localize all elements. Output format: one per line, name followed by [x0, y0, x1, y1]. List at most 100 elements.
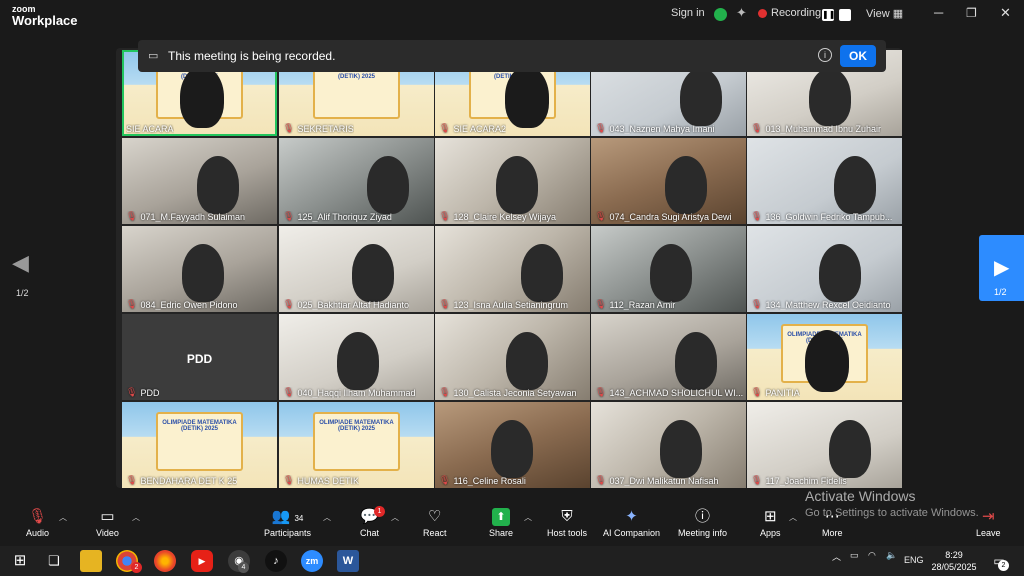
participant-name-text: 025_Bakhtiar Altaf Hadianto	[297, 299, 410, 310]
next-page-button[interactable]: ▶ 1/2	[979, 235, 1024, 301]
task-view-icon[interactable]: ❏	[43, 550, 65, 572]
participant-tile[interactable]: 🎙 116_Celine Rosali	[435, 402, 590, 488]
participant-tile[interactable]: 🎙 112_Razan Amir	[591, 226, 746, 312]
event-banner-card: OLIMPIADE MATEMATIKA (DETIK) 2025	[313, 412, 400, 471]
participant-name: 🎙 071_M.Fayyadh Sulaiman	[126, 211, 245, 222]
participant-tile[interactable]: 🎙 084_Edric Owen Pidono	[122, 226, 277, 312]
participant-tile[interactable]: 🎙 040_Haqqi Ilham Muhammad	[279, 314, 434, 400]
ai-companion-label: AI Companion	[603, 528, 661, 538]
mic-muted-icon: 🎙	[283, 123, 295, 133]
shield-check-icon[interactable]	[714, 8, 727, 21]
leave-button[interactable]: ⇥ Leave	[976, 508, 1001, 538]
participant-tile[interactable]: 🎙 074_Candra Sugi Aristya Dewi	[591, 138, 746, 224]
taskbar-clock[interactable]: 8:29 28/05/2025	[924, 549, 984, 573]
participant-tile[interactable]: 🎙 037_Dwi Malikatun Nafisah	[591, 402, 746, 488]
participant-name: 🎙 123_Isna Aulia Setianingrum	[439, 299, 568, 310]
participant-name-text: 037_Dwi Malikatun Nafisah	[609, 475, 719, 486]
participant-video-silhouette	[675, 332, 717, 390]
tray-overflow-icon[interactable]: ︿	[832, 550, 841, 563]
battery-icon[interactable]: ▭	[850, 550, 859, 561]
participant-tile[interactable]: 🎙 130_Calista Jeconia Setyawan	[435, 314, 590, 400]
participant-name: 🎙 PDD	[126, 387, 159, 398]
participant-video-silhouette	[182, 244, 224, 302]
event-banner-title: OLIMPIADE MATEMATIKA (DETIK) 2025	[162, 420, 237, 433]
participant-name-text: 136_Goldwin Fedriko Tampub...	[765, 211, 893, 222]
participant-video-silhouette	[496, 156, 538, 214]
chat-caret-icon[interactable]: ︿	[391, 512, 399, 523]
more-label: More	[822, 528, 843, 538]
participant-name: 🎙 SEKRETARIS	[283, 123, 354, 134]
meeting-info-button[interactable]: ⓘ Meeting info	[678, 508, 727, 538]
word-icon[interactable]: W	[337, 550, 359, 572]
previous-page-button[interactable]: ◀ 1/2	[8, 240, 36, 300]
participant-tile[interactable]: OLIMPIADE MATEMATIKA (DETIK) 2025 🎙 HUMAS …	[279, 402, 434, 488]
stop-recording-icon[interactable]	[839, 9, 851, 21]
minimize-icon[interactable]: ─	[934, 5, 943, 20]
participant-tile[interactable]: 🎙 025_Bakhtiar Altaf Hadianto	[279, 226, 434, 312]
ok-button[interactable]: OK	[840, 45, 876, 67]
participant-name-text: SIE ACARA	[126, 124, 174, 134]
language-indicator[interactable]: ENG	[904, 555, 924, 565]
participant-tile[interactable]: PDD 🎙 PDD	[122, 314, 277, 400]
participants-icon: 👥 34	[271, 508, 304, 525]
video-options-caret-icon[interactable]: ︿	[132, 512, 140, 523]
sign-in-link[interactable]: Sign in	[671, 7, 705, 19]
react-button[interactable]: ♡ React	[423, 508, 447, 538]
zoom-taskbar-icon[interactable]: zm	[301, 550, 323, 572]
participant-video-silhouette	[680, 68, 722, 126]
share-button[interactable]: ⬆ Share	[489, 508, 513, 538]
participant-tile[interactable]: 🎙 123_Isna Aulia Setianingrum	[435, 226, 590, 312]
participant-tile[interactable]: 🎙 134_Matthew Rexcel Oeidianto	[747, 226, 902, 312]
participants-caret-icon[interactable]: ︿	[323, 512, 331, 523]
event-banner-title: OLIMPIADE MATEMATIKA (DETIK) 2025	[319, 420, 394, 433]
participant-tile[interactable]: OLIMPIADE MATEMATIKA (DETIK) 2025🎙PANITI…	[747, 314, 902, 400]
recording-dot-icon	[758, 9, 767, 18]
mic-muted-icon: 🎙	[751, 211, 763, 221]
leave-label: Leave	[976, 528, 1001, 538]
participant-video-silhouette	[337, 332, 379, 390]
audio-options-caret-icon[interactable]: ︿	[59, 512, 67, 523]
pause-recording-icon[interactable]: ❚❚	[822, 9, 835, 21]
participant-tile[interactable]: OLIMPIADE MATEMATIKA (DETIK) 2025 🎙 BENDAH…	[122, 402, 277, 488]
participant-tile[interactable]: 🎙 128_Claire Kelsey Wijaya	[435, 138, 590, 224]
windows-start-icon[interactable]: ⊞	[9, 550, 31, 572]
view-label: View	[866, 8, 890, 20]
view-button[interactable]: View ▦	[866, 7, 903, 20]
info-icon[interactable]: i	[818, 48, 832, 62]
chat-label: Chat	[360, 528, 380, 538]
volume-icon[interactable]: 🔈	[886, 550, 897, 561]
share-label: Share	[489, 528, 514, 538]
participant-tile[interactable]: 🎙 071_M.Fayyadh Sulaiman	[122, 138, 277, 224]
participants-count: 34	[294, 514, 304, 523]
participants-label: Participants	[264, 528, 312, 538]
audio-button[interactable]: 🎙 Audio	[26, 508, 49, 538]
participants-button[interactable]: 👥 34 Participants	[264, 508, 311, 538]
host-tools-button[interactable]: ⛨ Host tools	[547, 508, 587, 538]
share-caret-icon[interactable]: ︿	[524, 512, 532, 523]
video-button[interactable]: ▭ Video	[96, 508, 119, 538]
close-icon[interactable]: ✕	[1000, 5, 1011, 21]
participant-name-text: 084_Edric Owen Pidono	[140, 299, 238, 310]
participant-video-silhouette	[650, 244, 692, 302]
ai-sparkle-icon: ✦	[625, 508, 638, 525]
sparkle-icon[interactable]: ✦	[736, 5, 747, 21]
youtube-icon[interactable]: ▶	[191, 550, 213, 572]
participant-name: 🎙 074_Candra Sugi Aristya Dewi	[595, 211, 732, 222]
firefox-icon[interactable]	[154, 550, 176, 572]
participant-tile[interactable]: 🎙 143_ACHMAD SHOLICHUL WI...	[591, 314, 746, 400]
apps-caret-icon[interactable]: ︿	[789, 512, 797, 523]
ai-companion-button[interactable]: ✦ AI Companion	[603, 508, 660, 538]
wifi-icon[interactable]: ◠	[868, 550, 876, 561]
grid-icon: ▦	[892, 8, 904, 20]
participant-tile[interactable]: 🎙 136_Goldwin Fedriko Tampub...	[747, 138, 902, 224]
mic-muted-icon: 🎙	[439, 123, 451, 133]
file-explorer-icon[interactable]	[80, 550, 102, 572]
participant-name-text: 112_Razan Amir	[609, 299, 676, 310]
apps-button[interactable]: ⊞ Apps	[760, 508, 781, 538]
tiktok-icon[interactable]: ♪	[265, 550, 287, 572]
page-indicator-right: 1/2	[994, 287, 1007, 297]
restore-icon[interactable]: ❐	[966, 6, 977, 20]
participant-tile[interactable]: 🎙 125_Alif Thoriquz Ziyad	[279, 138, 434, 224]
participant-tile[interactable]: 🎙 117_Joachim Fidelis	[747, 402, 902, 488]
participant-name: 🎙 PANITIA	[751, 387, 800, 398]
